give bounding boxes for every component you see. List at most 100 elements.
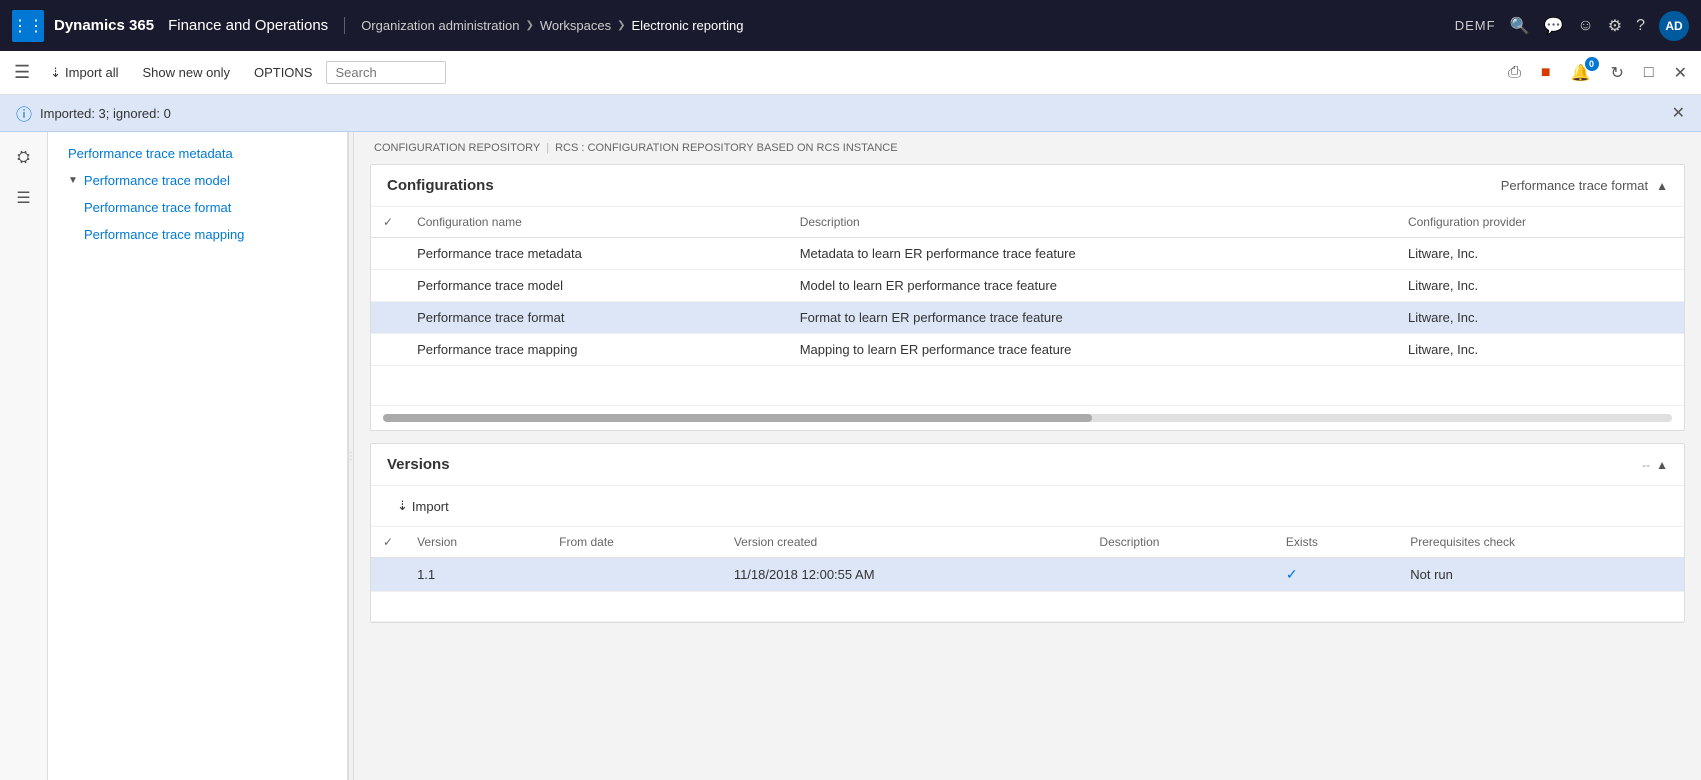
filter-icon[interactable]: ⛭ xyxy=(6,140,42,176)
version-row-spacer xyxy=(371,592,1684,622)
settings-icon[interactable]: ⚙ xyxy=(1608,16,1622,36)
selected-config-name: Performance trace format xyxy=(1501,178,1648,193)
table-row[interactable]: Performance trace mapping Mapping to lea… xyxy=(371,334,1684,366)
path-rcs: RCS : CONFIGURATION REPOSITORY BASED ON … xyxy=(555,142,897,154)
table-row[interactable]: Performance trace model Model to learn E… xyxy=(371,270,1684,302)
hamburger-icon[interactable]: ☰ xyxy=(8,56,36,89)
collapse-icon[interactable]: ▲ xyxy=(1656,179,1668,193)
table-row-selected[interactable]: Performance trace format Format to learn… xyxy=(371,302,1684,334)
tree-item-metadata[interactable]: Performance trace metadata xyxy=(48,140,347,167)
format-label: Performance trace format xyxy=(84,200,231,215)
main-layout: ⛭ ☰ Performance trace metadata ▼ Perform… xyxy=(0,132,1701,780)
list-icon[interactable]: ☰ xyxy=(6,180,42,216)
row-description: Model to learn ER performance trace feat… xyxy=(788,270,1396,302)
breadcrumb-org[interactable]: Organization administration xyxy=(361,18,519,33)
path-config-repo: CONFIGURATION REPOSITORY xyxy=(374,142,540,154)
col-provider: Configuration provider xyxy=(1396,207,1684,238)
vcol-exists: Exists xyxy=(1274,527,1398,558)
vrow-prerequisites: Not run xyxy=(1398,558,1684,592)
notification-badge: 0 xyxy=(1585,57,1599,71)
vrow-check xyxy=(371,558,405,592)
import-icon: ⇣ xyxy=(50,65,61,81)
col-check: ✓ xyxy=(371,207,405,238)
scrollbar-track xyxy=(383,414,1672,422)
vcol-check: ✓ xyxy=(371,527,405,558)
import-all-button[interactable]: ⇣ Import all xyxy=(40,61,128,85)
refresh-icon[interactable]: ↻ xyxy=(1605,59,1630,87)
row-description: Mapping to learn ER performance trace fe… xyxy=(788,334,1396,366)
app-grid-button[interactable]: ⋮⋮ xyxy=(12,10,44,42)
model-label: Performance trace model xyxy=(84,173,230,188)
tree-item-model[interactable]: ▼ Performance trace model xyxy=(48,167,347,194)
versions-panel-title: Versions xyxy=(387,456,450,473)
nav-right: DEMF 🔍 💬 ☺ ⚙ ? AD xyxy=(1455,11,1689,41)
office-icon[interactable]: ■ xyxy=(1535,60,1557,86)
tree-navigation: Performance trace metadata ▼ Performance… xyxy=(48,132,348,780)
pin-icon[interactable]: ⎙ xyxy=(1502,60,1527,86)
row-check xyxy=(371,238,405,270)
table-spacer xyxy=(371,366,1684,406)
row-config-name: Performance trace metadata xyxy=(405,238,788,270)
brand-dynamics365: Dynamics 365 xyxy=(54,17,154,34)
row-provider: Litware, Inc. xyxy=(1396,270,1684,302)
row-config-name: Performance trace model xyxy=(405,270,788,302)
import-down-icon: ⇣ xyxy=(397,498,408,514)
vcol-version: Version xyxy=(405,527,547,558)
check-header-icon: ✓ xyxy=(383,215,393,229)
env-badge: DEMF xyxy=(1455,18,1496,33)
main-content: CONFIGURATION REPOSITORY | RCS : CONFIGU… xyxy=(354,132,1701,780)
vcol-from-date: From date xyxy=(547,527,722,558)
message-icon[interactable]: 💬 xyxy=(1543,16,1563,36)
options-button[interactable]: OPTIONS xyxy=(244,61,323,84)
versions-toolbar: ⇣ Import xyxy=(371,486,1684,527)
import-button[interactable]: ⇣ Import xyxy=(387,494,459,518)
col-description: Description xyxy=(788,207,1396,238)
mapping-label: Performance trace mapping xyxy=(84,227,244,242)
import-all-label: Import all xyxy=(65,65,118,80)
configurations-table: ✓ Configuration name Description Configu… xyxy=(371,207,1684,406)
configurations-panel: Configurations Performance trace format … xyxy=(370,164,1685,431)
brand-app: Finance and Operations xyxy=(168,17,328,34)
action-bar: ☰ ⇣ Import all Show new only OPTIONS ⎙ ■… xyxy=(0,51,1701,95)
show-new-only-button[interactable]: Show new only xyxy=(133,61,240,84)
vrow-version: 1.1 xyxy=(405,558,547,592)
row-check xyxy=(371,270,405,302)
tree-item-format[interactable]: Performance trace format xyxy=(48,194,347,221)
expand-icon: ▼ xyxy=(68,175,78,186)
search-icon[interactable]: 🔍 xyxy=(1510,16,1530,36)
breadcrumb: Organization administration ❯ Workspaces… xyxy=(361,18,1455,33)
versions-collapse-icon[interactable]: ▲ xyxy=(1656,458,1668,472)
close-icon[interactable]: ✕ xyxy=(1668,59,1693,87)
show-new-only-label: Show new only xyxy=(143,65,230,80)
row-check xyxy=(371,334,405,366)
versions-panel-header: Versions -- ▲ xyxy=(371,444,1684,486)
avatar[interactable]: AD xyxy=(1659,11,1689,41)
restore-icon[interactable]: □ xyxy=(1638,60,1660,86)
grid-icon: ⋮⋮ xyxy=(12,16,44,36)
row-provider: Litware, Inc. xyxy=(1396,238,1684,270)
search-input[interactable] xyxy=(326,61,446,84)
version-row[interactable]: 1.1 11/18/2018 12:00:55 AM ✓ Not run xyxy=(371,558,1684,592)
scrollbar-thumb xyxy=(383,414,1092,422)
table-row[interactable]: Performance trace metadata Metadata to l… xyxy=(371,238,1684,270)
import-label: Import xyxy=(412,499,449,514)
configurations-panel-title: Configurations xyxy=(387,177,494,194)
exists-checkmark: ✓ xyxy=(1286,566,1298,582)
row-provider: Litware, Inc. xyxy=(1396,334,1684,366)
notification-button[interactable]: 🔔 0 xyxy=(1565,59,1597,87)
tree-item-mapping[interactable]: Performance trace mapping xyxy=(48,221,347,248)
metadata-label: Performance trace metadata xyxy=(68,146,233,161)
sidebar-icons: ⛭ ☰ xyxy=(0,132,48,780)
horizontal-scrollbar[interactable] xyxy=(371,406,1684,430)
action-bar-right: ⎙ ■ 🔔 0 ↻ □ ✕ xyxy=(1502,59,1693,87)
info-message: Imported: 3; ignored: 0 xyxy=(40,106,171,121)
banner-close-button[interactable]: ✕ xyxy=(1672,103,1685,123)
face-icon[interactable]: ☺ xyxy=(1577,17,1593,35)
row-check xyxy=(371,302,405,334)
panel-header-right: Performance trace format ▲ xyxy=(1501,178,1668,193)
help-icon[interactable]: ? xyxy=(1636,17,1645,35)
row-description: Format to learn ER performance trace fea… xyxy=(788,302,1396,334)
vcol-prerequisites: Prerequisites check xyxy=(1398,527,1684,558)
breadcrumb-workspaces[interactable]: Workspaces xyxy=(540,18,611,33)
breadcrumb-er[interactable]: Electronic reporting xyxy=(632,18,744,33)
